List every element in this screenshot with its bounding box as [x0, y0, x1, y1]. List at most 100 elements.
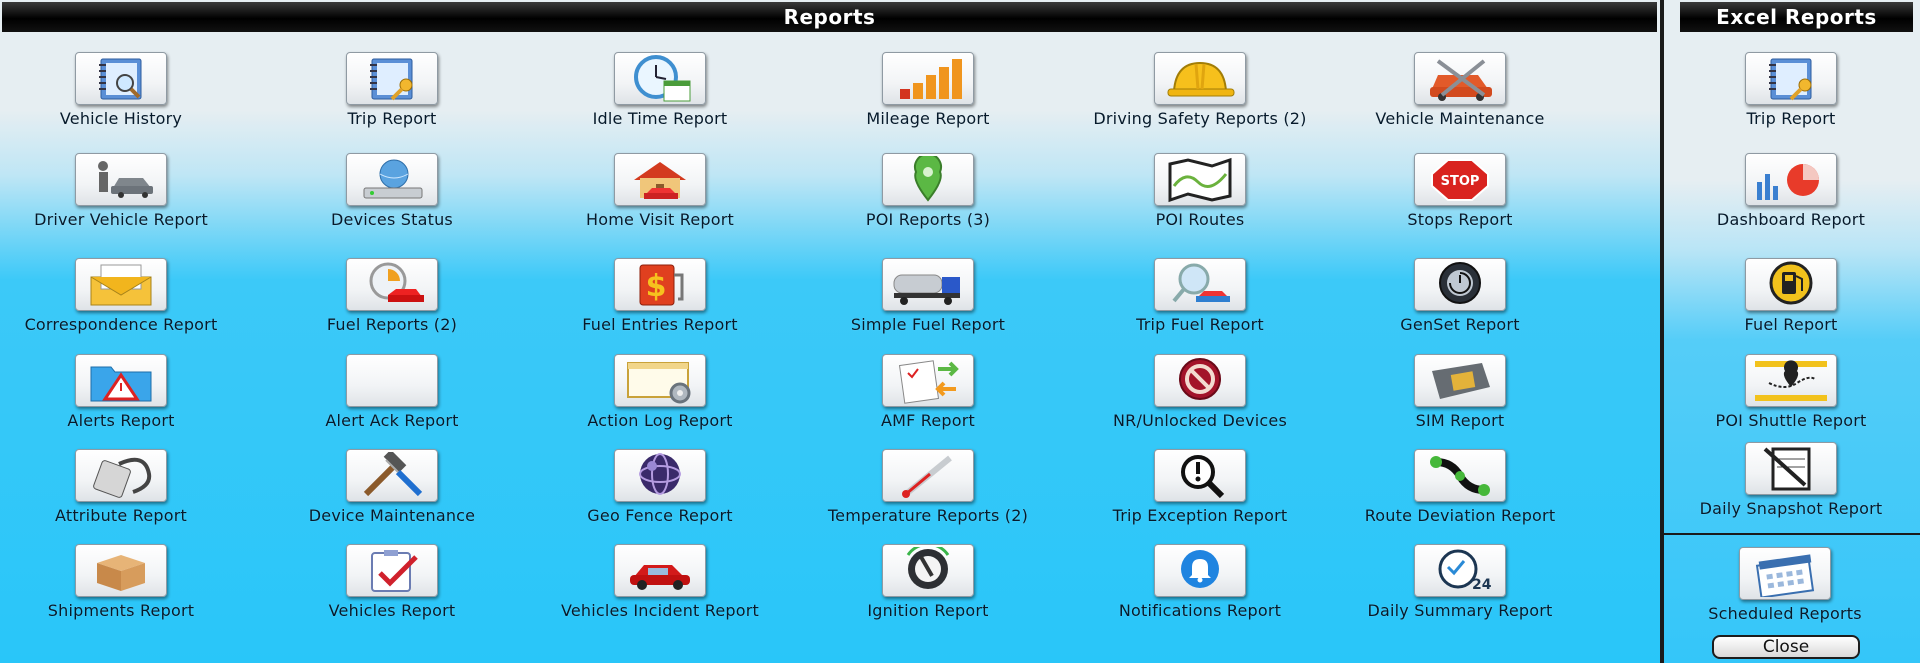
report-item-shipments-report[interactable]: Shipments Report [0, 544, 251, 639]
report-item-fuel-entries-report[interactable]: $ Fuel Entries Report [530, 258, 790, 353]
report-item-excel-poi-shuttle-report[interactable]: POI Shuttle Report [1661, 354, 1920, 449]
report-label: Home Visit Report [586, 210, 734, 229]
tanker-truck-icon [882, 258, 974, 311]
report-label: Fuel Reports (2) [326, 315, 458, 334]
report-item-excel-fuel-report[interactable]: Fuel Report [1661, 258, 1920, 353]
stopwatch-car-icon [346, 258, 438, 311]
report-item-route-deviation-report[interactable]: Route Deviation Report [1330, 449, 1590, 544]
report-item-correspondence-report[interactable]: Correspondence Report [0, 258, 251, 353]
report-label: Route Deviation Report [1364, 506, 1556, 525]
route-map-icon [1154, 153, 1246, 206]
report-label: Attribute Report [55, 506, 187, 525]
report-label: Vehicles Incident Report [560, 601, 760, 620]
report-label: Vehicle Maintenance [1375, 109, 1545, 128]
report-label: Stops Report [1407, 210, 1513, 229]
notebook-search-icon [75, 52, 167, 105]
report-item-vehicles-report[interactable]: Vehicles Report [262, 544, 522, 639]
report-item-excel-dashboard-report[interactable]: Dashboard Report [1661, 153, 1920, 248]
report-item-driver-vehicle-report[interactable]: Driver Vehicle Report [0, 153, 251, 248]
report-item-genset-report[interactable]: GenSet Report [1330, 258, 1590, 353]
svg-text:$: $ [646, 269, 667, 304]
report-item-poi-routes[interactable]: POI Routes [1070, 153, 1330, 248]
timer-dial-icon [1414, 258, 1506, 311]
report-item-amf-report[interactable]: AMF Report [798, 354, 1058, 449]
sim-card-icon [1414, 354, 1506, 407]
report-item-trip-fuel-report[interactable]: Trip Fuel Report [1070, 258, 1330, 353]
report-item-scheduled-reports[interactable]: Scheduled Reports [1655, 547, 1915, 642]
thermometer-icon [882, 449, 974, 502]
report-label: POI Reports (3) [865, 210, 991, 229]
report-item-sim-report[interactable]: SIM Report [1330, 354, 1590, 449]
report-label: Alerts Report [67, 411, 175, 430]
report-label: Vehicle History [59, 109, 183, 128]
dashboard-chart-icon [1745, 153, 1837, 206]
tag-cable-icon [75, 449, 167, 502]
report-item-mileage-report[interactable]: Mileage Report [798, 52, 1058, 147]
cardboard-box-icon [75, 544, 167, 597]
report-label: Simple Fuel Report [850, 315, 1006, 334]
fuel-pump-icon [1745, 258, 1837, 311]
report-item-alerts-report[interactable]: Alerts Report [0, 354, 251, 449]
report-label: Alert Ack Report [325, 411, 459, 430]
report-label: Mileage Report [866, 109, 990, 128]
report-item-notifications-report[interactable]: Notifications Report [1070, 544, 1330, 639]
envelope-icon [75, 258, 167, 311]
report-label: Ignition Report [867, 601, 989, 620]
report-item-temperature-reports-2[interactable]: Temperature Reports (2) [798, 449, 1058, 544]
clock-24-icon: 24 [1414, 544, 1506, 597]
report-item-ignition-report[interactable]: Ignition Report [798, 544, 1058, 639]
bar-chart-icon [882, 52, 974, 105]
report-item-action-log-report[interactable]: Action Log Report [530, 354, 790, 449]
report-item-trip-report[interactable]: Trip Report [262, 52, 522, 147]
report-label: Scheduled Reports [1708, 604, 1862, 623]
report-item-nr-unlocked-devices[interactable]: NR/Unlocked Devices [1070, 354, 1330, 449]
house-car-icon [614, 153, 706, 206]
globe-icon [614, 449, 706, 502]
report-item-vehicle-maintenance[interactable]: Vehicle Maintenance [1330, 52, 1590, 147]
report-label: Fuel Report [1744, 315, 1838, 334]
report-label: Daily Summary Report [1367, 601, 1553, 620]
reports-header: Reports [2, 2, 1657, 32]
driver-car-icon [75, 153, 167, 206]
report-item-fuel-reports-2[interactable]: Fuel Reports (2) [262, 258, 522, 353]
ignition-dial-icon [882, 544, 974, 597]
close-button[interactable]: Close [1712, 635, 1860, 659]
report-label: Trip Report [347, 109, 437, 128]
report-label: GenSet Report [1400, 315, 1520, 334]
report-item-attribute-report[interactable]: Attribute Report [0, 449, 251, 544]
report-item-excel-daily-snapshot-report[interactable]: Daily Snapshot Report [1661, 442, 1920, 537]
report-label: Trip Fuel Report [1136, 315, 1264, 334]
report-item-geo-fence-report[interactable]: Geo Fence Report [530, 449, 790, 544]
hammer-screwdriver-icon [346, 449, 438, 502]
report-label: Device Maintenance [308, 506, 476, 525]
report-item-vehicle-history[interactable]: Vehicle History [0, 52, 251, 147]
report-label: Shipments Report [47, 601, 195, 620]
report-item-idle-time-report[interactable]: Idle Time Report [530, 52, 790, 147]
report-item-daily-summary-report[interactable]: 24 Daily Summary Report [1330, 544, 1590, 639]
report-item-poi-reports-3[interactable]: POI Reports (3) [798, 153, 1058, 248]
report-item-driving-safety-reports-2[interactable]: Driving Safety Reports (2) [1070, 52, 1330, 147]
report-item-device-maintenance[interactable]: Device Maintenance [262, 449, 522, 544]
report-item-trip-exception-report[interactable]: Trip Exception Report [1070, 449, 1330, 544]
report-item-devices-status[interactable]: Devices Status [262, 153, 522, 248]
report-label: Trip Report [1746, 109, 1836, 128]
report-label: Devices Status [331, 210, 453, 229]
clipboard-pen-icon [1745, 442, 1837, 495]
notebook-key-icon [1745, 52, 1837, 105]
bell-icon [1154, 544, 1246, 597]
hard-hat-icon [1154, 52, 1246, 105]
calendar-icon [1739, 547, 1831, 600]
report-label: Temperature Reports (2) [827, 506, 1029, 525]
report-item-alert-ack-report[interactable]: Alert Ack Report [262, 354, 522, 449]
report-item-stops-report[interactable]: STOP Stops Report [1330, 153, 1590, 248]
report-label: SIM Report [1415, 411, 1505, 430]
report-label: Vehicles Report [328, 601, 456, 620]
report-item-home-visit-report[interactable]: Home Visit Report [530, 153, 790, 248]
shuttle-route-icon [1745, 354, 1837, 407]
report-label: Daily Snapshot Report [1699, 499, 1883, 518]
fuel-pump-dollar-icon: $ [614, 258, 706, 311]
report-label: Dashboard Report [1716, 210, 1866, 229]
report-item-simple-fuel-report[interactable]: Simple Fuel Report [798, 258, 1058, 353]
report-item-vehicles-incident-report[interactable]: Vehicles Incident Report [530, 544, 790, 639]
report-item-excel-trip-report[interactable]: Trip Report [1661, 52, 1920, 147]
